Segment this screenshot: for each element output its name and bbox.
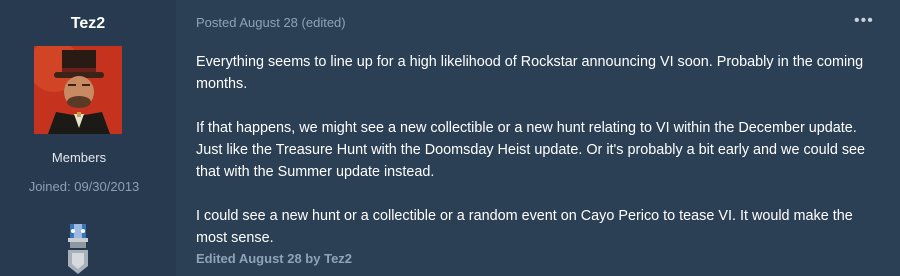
post-content: Everything seems to line up for a high l… (196, 51, 886, 271)
post-paragraph: I could see a new hunt or a collectible … (196, 208, 853, 246)
author-name[interactable]: Tez2 (0, 15, 176, 33)
author-panel: Tez2 Members Joined: 09/30/2013 (0, 0, 176, 276)
edited-note: Edited August 28 by Tez2 (196, 251, 353, 266)
ellipsis-icon[interactable]: ••• (854, 13, 874, 29)
post-meta: Posted August 28 (edited) (196, 15, 346, 30)
avatar[interactable] (34, 46, 122, 134)
post-body: Posted August 28 (edited) ••• Everything… (176, 0, 900, 276)
post-paragraph: If that happens, we might see a new coll… (196, 120, 866, 180)
member-group: Members (51, 150, 107, 165)
post-paragraph: Everything seems to line up for a high l… (196, 54, 864, 92)
avatar-image (34, 46, 122, 134)
rank-badge-icon (64, 224, 92, 276)
post-date-link[interactable]: Posted August 28 (edited) (196, 15, 346, 30)
joined-date: Joined: 09/30/2013 (28, 179, 140, 194)
